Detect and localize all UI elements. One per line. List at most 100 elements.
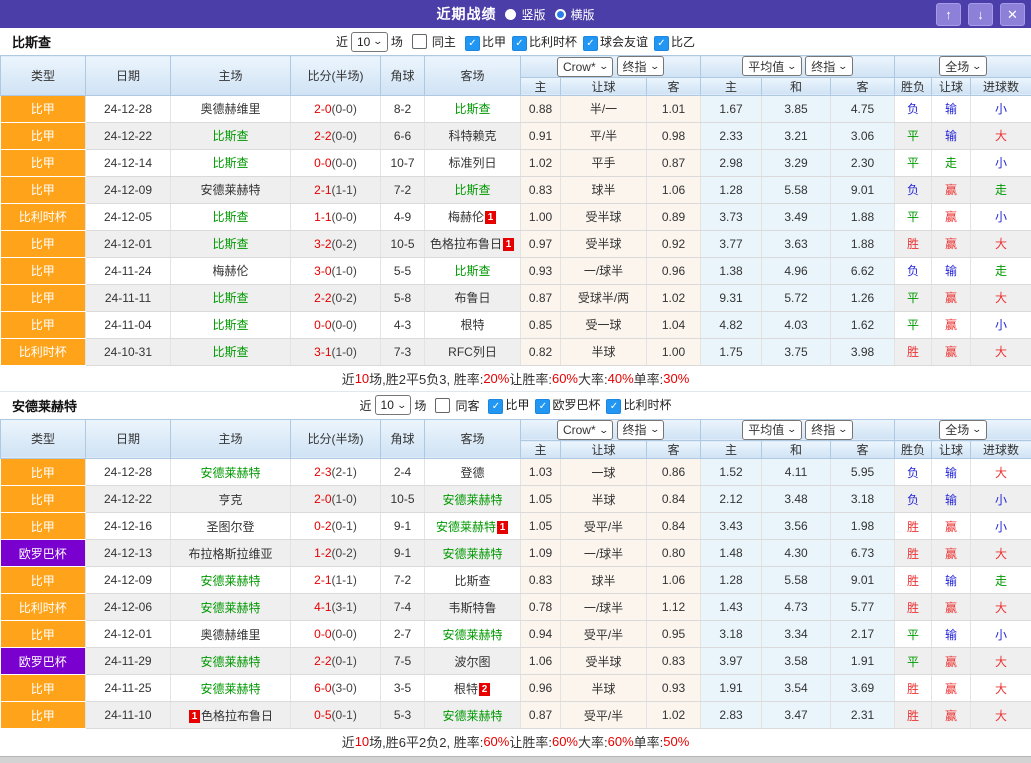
- result-cell: 胜: [895, 567, 932, 594]
- league-checkbox[interactable]: ✓: [512, 36, 527, 51]
- scroll-up-button[interactable]: ↑: [936, 3, 961, 26]
- score-cell: 4-1(3-1): [291, 594, 381, 621]
- chevron-down-icon: ⌄: [972, 424, 983, 435]
- average-odds-cell: 3.98: [831, 338, 895, 365]
- fulltime-score: 0-0: [314, 156, 331, 170]
- average-odds-cell: 1.91: [831, 648, 895, 675]
- home-team-section: 比斯查 近 10⌄ 场 同主 ✓比甲✓比利时杯✓球会友谊✓比乙: [0, 28, 1031, 391]
- results-tbody: 比甲24-12-28安德莱赫特2-3(2-1)2-4登德1.03一球0.861.…: [1, 459, 1031, 729]
- match-count-select[interactable]: 10⌄: [375, 395, 412, 415]
- league-checkbox[interactable]: ✓: [606, 399, 621, 414]
- table-row: 比甲24-12-01比斯查3-2(0-2)10-5色格拉布鲁日10.97受半球0…: [1, 230, 1031, 257]
- result-cell: 大: [971, 594, 1031, 621]
- league-checkbox[interactable]: ✓: [583, 36, 598, 51]
- away-team-cell: 安德莱赫特: [425, 486, 521, 513]
- handicap-odds-cell: 0.96: [521, 675, 561, 702]
- horizontal-radio-icon[interactable]: [555, 9, 566, 20]
- away-team-section: 安德莱赫特 近 10⌄ 场 同客 ✓比甲✓欧罗巴杯✓比利时杯: [0, 391, 1031, 755]
- table-row: 比甲24-11-25安德莱赫特6-0(3-0)3-5根特20.96半球0.931…: [1, 675, 1031, 702]
- near-label: 近: [336, 33, 348, 50]
- same-home-checkbox[interactable]: [412, 34, 427, 49]
- filter-bar: 比斯查 近 10⌄ 场 同主 ✓比甲✓比利时杯✓球会友谊✓比乙: [0, 28, 1031, 55]
- home-team-cell: 比斯查: [171, 122, 291, 149]
- away-team-cell: 安德莱赫特1: [425, 513, 521, 540]
- average-odds-cell: 4.75: [831, 95, 895, 122]
- corner-cell: 5-5: [381, 257, 425, 284]
- league-checkbox[interactable]: ✓: [488, 399, 503, 414]
- halftime-score: (0-2): [332, 237, 357, 251]
- away-team-cell: 比斯查: [425, 567, 521, 594]
- average-select[interactable]: 平均值⌄: [742, 420, 802, 440]
- score-cell: 3-1(1-0): [291, 338, 381, 365]
- fulltime-score: 3-2: [314, 237, 331, 251]
- handicap-odds-cell: 1.00: [647, 338, 701, 365]
- scope-select[interactable]: 全场⌄: [939, 56, 987, 76]
- average-stage-select[interactable]: 终指⌄: [805, 420, 853, 440]
- handicap-odds-cell: 受半球: [561, 648, 647, 675]
- corner-cell: 5-3: [381, 702, 425, 729]
- layout-option-horizontal[interactable]: 横版: [555, 6, 595, 23]
- handicap-stage-select[interactable]: 终指⌄: [617, 420, 665, 440]
- layout-option-vertical[interactable]: 竖版: [505, 6, 545, 23]
- bookmaker-select[interactable]: Crow*⌄: [557, 420, 613, 440]
- team-label: 安德莱赫特: [442, 709, 502, 723]
- corner-cell: 7-2: [381, 567, 425, 594]
- average-odds-cell: 1.28: [701, 176, 762, 203]
- team-label: 比斯查: [212, 318, 248, 332]
- handicap-odds-cell: 平手: [561, 149, 647, 176]
- bookmaker-select[interactable]: Crow*⌄: [557, 57, 613, 77]
- scroll-down-button[interactable]: ↓: [968, 3, 993, 26]
- team-label: 梅赫伦: [448, 210, 484, 224]
- chevron-down-icon: ⌄: [649, 61, 660, 72]
- league-type-cell: 比甲: [1, 702, 86, 729]
- chevron-down-icon: ⌄: [838, 61, 849, 72]
- league-checkbox[interactable]: ✓: [535, 399, 550, 414]
- handicap-odds-cell: 0.84: [647, 486, 701, 513]
- card-badge: 1: [497, 521, 508, 534]
- average-stage-select[interactable]: 终指⌄: [805, 56, 853, 76]
- handicap-odds-cell: 0.96: [647, 257, 701, 284]
- away-team-cell: 韦斯特鲁: [425, 594, 521, 621]
- summary-segment: 40%: [608, 371, 634, 386]
- close-button[interactable]: ✕: [1000, 3, 1025, 26]
- table-row: 比甲24-12-22比斯查2-2(0-0)6-6科特赖克0.91平/半0.982…: [1, 122, 1031, 149]
- league-type-cell: 比利时杯: [1, 594, 86, 621]
- fulltime-score: 0-2: [314, 519, 331, 533]
- result-cell: 输: [932, 621, 971, 648]
- league-type-cell: 比甲: [1, 675, 86, 702]
- league-type-cell: 比甲: [1, 95, 86, 122]
- handicap-odds-cell: 半球: [561, 675, 647, 702]
- handicap-odds-cell: 1.03: [521, 459, 561, 486]
- handicap-odds-cell: 受平/半: [561, 621, 647, 648]
- horizontal-scrollbar[interactable]: [0, 756, 1031, 763]
- table-row: 比甲24-12-28安德莱赫特2-3(2-1)2-4登德1.03一球0.861.…: [1, 459, 1031, 486]
- col-away: 客场: [425, 419, 521, 459]
- average-odds-cell: 2.30: [831, 149, 895, 176]
- fulltime-score: 2-2: [314, 291, 331, 305]
- team-label: 布鲁日: [454, 291, 490, 305]
- result-cell: 输: [932, 257, 971, 284]
- halftime-score: (0-1): [332, 654, 357, 668]
- vertical-radio-icon[interactable]: [505, 9, 516, 20]
- handicap-odds-cell: 0.83: [521, 176, 561, 203]
- away-team-cell: 布鲁日: [425, 284, 521, 311]
- league-checkbox[interactable]: ✓: [465, 36, 480, 51]
- handicap-odds-cell: 球半: [561, 176, 647, 203]
- col-corner: 角球: [381, 56, 425, 96]
- summary-segment: 单率:: [634, 732, 664, 751]
- match-count-select[interactable]: 10⌄: [351, 32, 388, 52]
- results-table: 类型 日期 主场 比分(半场) 角球 客场 Crow*⌄ 终指⌄ 平均值⌄ 终指…: [0, 419, 1031, 730]
- handicap-stage-select[interactable]: 终指⌄: [617, 56, 665, 76]
- table-row: 比甲24-12-28奥德赫维里2-0(0-0)8-2比斯查0.88半/一1.01…: [1, 95, 1031, 122]
- average-odds-cell: 2.17: [831, 621, 895, 648]
- league-type-cell: 欧罗巴杯: [1, 648, 86, 675]
- fulltime-score: 1-1: [314, 210, 331, 224]
- scope-select[interactable]: 全场⌄: [939, 420, 987, 440]
- col-score: 比分(半场): [291, 56, 381, 96]
- col-odds-away: 客: [647, 441, 701, 459]
- chevron-down-icon: ⌄: [649, 424, 660, 435]
- league-checkbox[interactable]: ✓: [654, 36, 669, 51]
- same-away-checkbox[interactable]: [435, 398, 450, 413]
- average-select[interactable]: 平均值⌄: [742, 56, 802, 76]
- fulltime-score: 3-1: [314, 345, 331, 359]
